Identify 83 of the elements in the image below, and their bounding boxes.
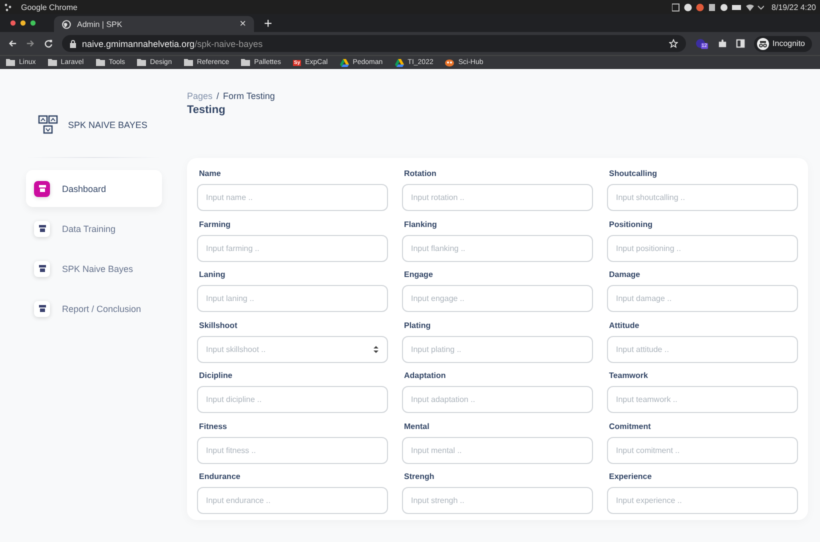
input-field[interactable]: Input name ..	[197, 184, 388, 211]
breadcrumb-current: Form Testing	[223, 91, 275, 101]
globe-icon	[62, 20, 71, 28]
nav-item[interactable]: Report / Conclusion	[26, 290, 162, 327]
nav-icon	[38, 225, 46, 232]
nav-item[interactable]: SPK Naive Bayes	[26, 250, 162, 287]
tab-close-button[interactable]: ×	[240, 18, 246, 30]
input-field[interactable]: Input adaptation ..	[402, 386, 593, 413]
folder-icon	[6, 59, 15, 66]
folder-icon	[137, 59, 146, 66]
field-label: Shoutcalling	[608, 168, 658, 180]
app-name: Google Chrome	[21, 2, 78, 12]
logo-icon	[38, 115, 58, 135]
incognito-icon	[756, 38, 769, 50]
field-label: Plating	[403, 320, 432, 332]
field-label: Endurance	[198, 471, 242, 483]
app-menu-icon[interactable]	[4, 2, 13, 12]
input-field[interactable]: Input attitude ..	[607, 336, 798, 362]
field-label: Teamwork	[608, 370, 649, 382]
page-title: Testing	[187, 104, 226, 116]
input-field[interactable]: Input shoutcalling ..	[607, 184, 798, 211]
nav-icon	[38, 305, 46, 312]
input-field[interactable]: Input mental ..	[402, 436, 593, 464]
field-label: Dicipline	[198, 370, 234, 382]
nav-icon	[38, 265, 46, 272]
field-label: Fitness	[198, 420, 228, 432]
input-field[interactable]: Input plating ..	[402, 336, 593, 362]
input-field[interactable]: Input damage ..	[607, 285, 798, 312]
input-field[interactable]: Input strengh ..	[402, 487, 593, 514]
nav-item[interactable]: Dashboard	[26, 170, 162, 207]
field-label: Farming	[198, 218, 232, 231]
input-field[interactable]: Input experience ..	[607, 487, 798, 514]
side-panel-icon[interactable]	[736, 39, 745, 48]
spinner-icon[interactable]	[373, 344, 379, 354]
input-field[interactable]: Input fitness ..	[197, 436, 388, 464]
reload-icon[interactable]	[44, 39, 53, 48]
input-field[interactable]: Input endurance ..	[197, 487, 388, 514]
address-bar[interactable]: naive.gmimannahelvetia.org/spk-naive-bayes	[62, 35, 686, 52]
clock: 8/19/22 4:20	[772, 2, 816, 12]
incognito-button[interactable]: Incognito	[754, 36, 812, 52]
field-label: Skillshoot	[198, 320, 238, 332]
input-field[interactable]: Input positioning ..	[607, 234, 798, 262]
puzzle-icon[interactable]	[718, 39, 727, 48]
field-label: Name	[198, 168, 222, 180]
brand-name: SPK NAIVE BAYES	[68, 120, 148, 130]
new-tab-button[interactable]: +	[264, 16, 272, 30]
field-label: Comitment	[608, 420, 652, 432]
star-icon[interactable]	[668, 39, 678, 48]
field-label: Flanking	[403, 218, 438, 231]
field-label: Engage	[403, 269, 434, 281]
field-label: Attitude	[608, 320, 640, 332]
browser-tab[interactable]: Admin | SPK ×	[54, 16, 254, 32]
input-field[interactable]: Input flanking ..	[402, 234, 593, 262]
field-label: Strengh	[403, 471, 436, 483]
input-field[interactable]: Input farming ..	[197, 234, 388, 262]
input-field[interactable]: Input dicipline ..	[197, 386, 388, 413]
folder-icon	[241, 59, 250, 66]
mascot-icon	[445, 58, 454, 66]
field-label: Mental	[403, 420, 430, 432]
input-field[interactable]: Input engage ..	[402, 285, 593, 312]
input-field[interactable]: Input comitment ..	[607, 436, 798, 464]
folder-icon	[184, 59, 193, 66]
field-label: Laning	[198, 269, 226, 281]
back-icon[interactable]	[8, 39, 17, 48]
triangle-logo-icon	[394, 58, 404, 66]
field-label: Adaptation	[403, 370, 447, 382]
field-label: Damage	[608, 269, 642, 281]
input-field[interactable]: Input teamwork ..	[607, 386, 798, 413]
input-field[interactable]: Input laning ..	[197, 285, 388, 312]
field-label: Experience	[608, 471, 653, 483]
nav-item[interactable]: Data Training	[26, 210, 162, 247]
nav-icon	[38, 185, 46, 192]
number-field[interactable]: Input skillshoot ..	[197, 336, 388, 362]
lock-icon	[70, 40, 76, 48]
breadcrumb-separator: /	[216, 91, 220, 101]
folder-icon	[96, 59, 105, 66]
input-field[interactable]: Input rotation ..	[402, 184, 593, 211]
field-label: Positioning	[608, 218, 654, 231]
field-label: Rotation	[403, 168, 438, 180]
tray-icons[interactable]	[672, 2, 764, 12]
folder-icon	[48, 59, 57, 66]
forward-icon[interactable]	[26, 39, 35, 48]
triangle-logo-icon	[340, 58, 349, 66]
